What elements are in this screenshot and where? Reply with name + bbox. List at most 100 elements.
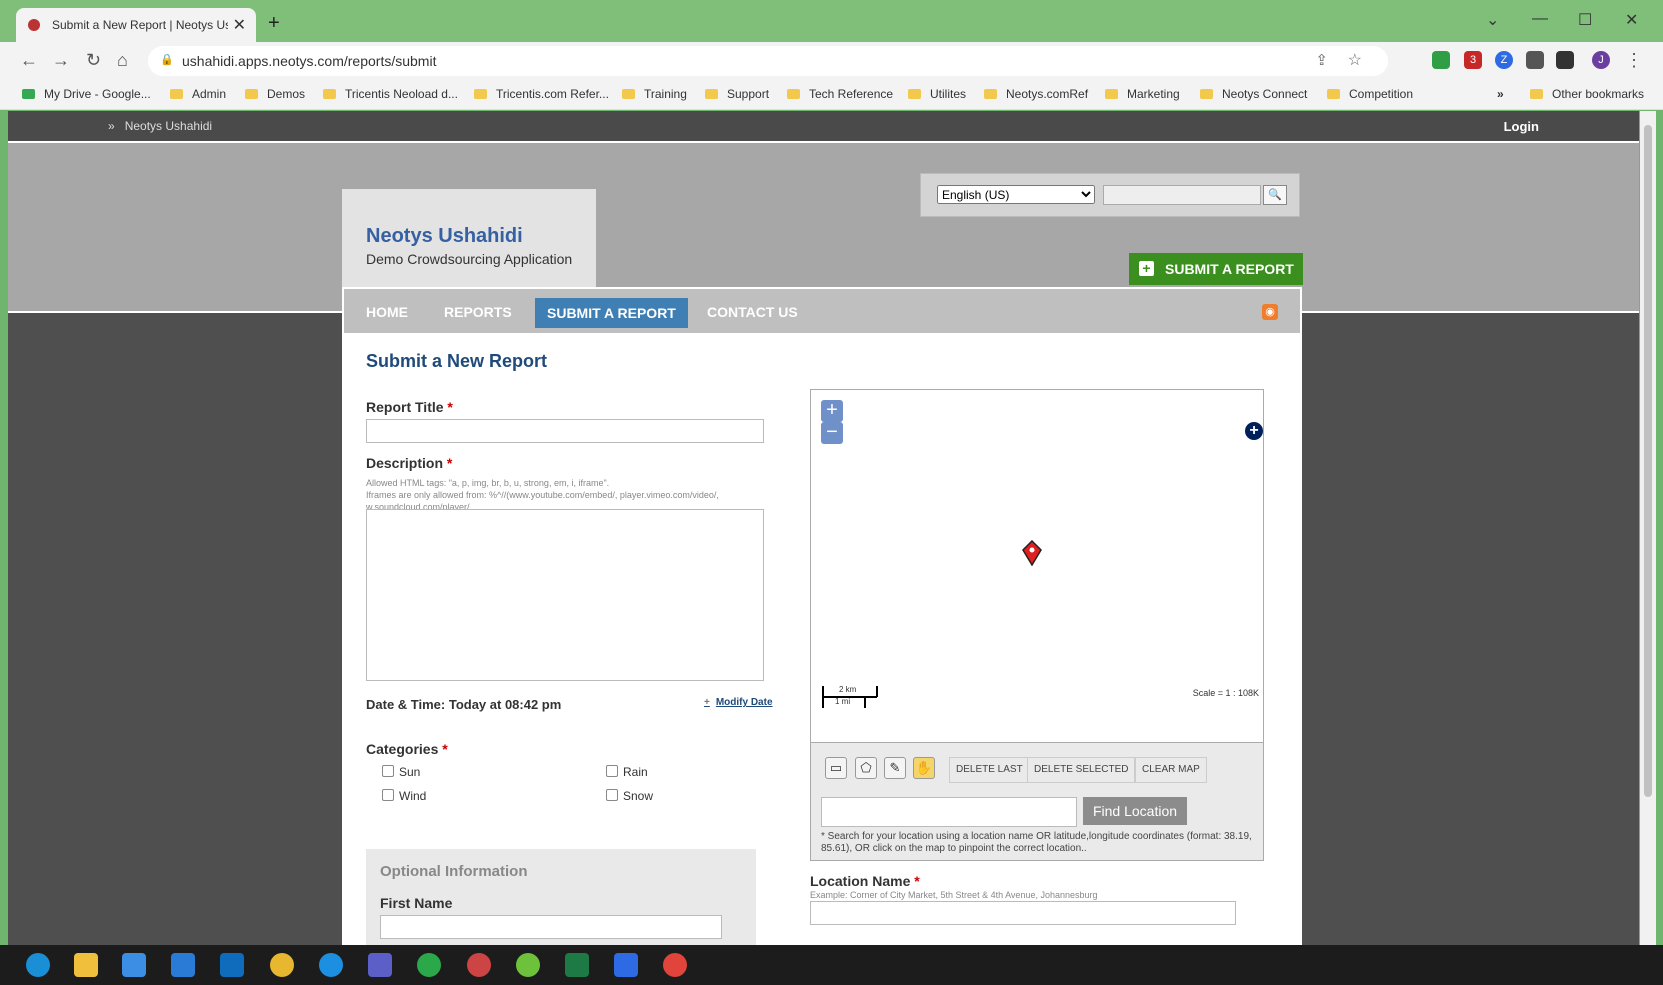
browser-tab-active[interactable]: Submit a New Report | Neotys Us ✕ xyxy=(16,8,256,42)
bookmark-item[interactable]: Support xyxy=(705,87,769,101)
extensions-puzzle-icon[interactable] xyxy=(1526,51,1544,69)
outlook-icon[interactable] xyxy=(220,953,244,977)
bookmark-item[interactable]: Utilites xyxy=(908,87,966,101)
reload-icon[interactable]: ↻ xyxy=(86,50,101,71)
plus-icon: + xyxy=(1139,261,1154,276)
rss-icon[interactable]: ◉ xyxy=(1262,304,1278,320)
bookmark-item[interactable]: Tricentis.com Refer... xyxy=(474,87,609,101)
zoom-icon[interactable] xyxy=(614,953,638,977)
edge-icon[interactable] xyxy=(26,953,50,977)
bookmark-item[interactable]: Training xyxy=(622,87,687,101)
tab-title: Submit a New Report | Neotys Us xyxy=(52,18,228,32)
report-title-input[interactable] xyxy=(366,419,764,443)
location-search-input[interactable] xyxy=(821,797,1077,827)
teams-icon[interactable] xyxy=(368,953,392,977)
neoload-icon[interactable] xyxy=(467,953,491,977)
bookmark-item[interactable]: Tech Reference xyxy=(787,87,893,101)
profile-avatar[interactable]: J xyxy=(1592,51,1610,69)
bookmark-star-icon[interactable]: ☆ xyxy=(1348,50,1362,70)
clear-map-button[interactable]: CLEAR MAP xyxy=(1135,757,1207,783)
draw-line-tool-icon[interactable]: ✎ xyxy=(884,757,906,779)
scale-ratio-text: Scale = 1 : 108K xyxy=(1192,688,1259,698)
skype-icon[interactable] xyxy=(319,953,343,977)
bookmark-item[interactable]: Tricentis Neoload d... xyxy=(323,87,458,101)
home-icon[interactable]: ⌂ xyxy=(117,50,128,71)
evernote-extension-icon[interactable] xyxy=(1432,51,1450,69)
modify-date-link[interactable]: + Modify Date xyxy=(704,697,773,708)
login-link[interactable]: Login xyxy=(1504,119,1539,134)
menu-item-reports[interactable]: REPORTS xyxy=(444,304,512,320)
layer-switcher-icon[interactable]: + xyxy=(1245,422,1263,440)
map-tools-panel: ▭ ⬠ ✎ ✋ DELETE LAST DELETE SELECTED CLEA… xyxy=(810,743,1264,861)
site-top-bar: » Neotys Ushahidi Login xyxy=(8,111,1639,141)
file-explorer-icon[interactable] xyxy=(74,953,98,977)
menu-item-contact-us[interactable]: CONTACT US xyxy=(707,304,798,320)
description-note: Allowed HTML tags: "a, p, img, br, b, u,… xyxy=(366,478,719,512)
close-window-button[interactable]: ✕ xyxy=(1625,10,1638,30)
minimize-button[interactable]: — xyxy=(1532,10,1548,28)
submit-report-button[interactable]: + SUBMIT A REPORT xyxy=(1129,253,1303,285)
bookmark-item[interactable]: Demos xyxy=(245,87,305,101)
category-wind[interactable]: Wind xyxy=(382,789,426,803)
other-bookmarks[interactable]: Other bookmarks xyxy=(1530,87,1644,101)
category-snow[interactable]: Snow xyxy=(606,789,653,803)
share-icon[interactable]: ⇪ xyxy=(1315,51,1328,69)
location-map[interactable]: + − + 2 km 1 mi Scale = 1 : 108K xyxy=(810,389,1264,743)
find-location-button[interactable]: Find Location xyxy=(1083,797,1187,825)
menu-item-home[interactable]: HOME xyxy=(366,304,408,320)
draw-box-tool-icon[interactable]: ▭ xyxy=(825,757,847,779)
maximize-button[interactable]: ☐ xyxy=(1578,10,1592,30)
side-panel-icon[interactable] xyxy=(1556,51,1574,69)
delete-last-button[interactable]: DELETE LAST xyxy=(949,757,1030,783)
search-icon[interactable]: 🔍 xyxy=(1263,185,1287,205)
site-subtitle: Demo Crowdsourcing Application xyxy=(366,251,573,267)
zoom-out-button[interactable]: − xyxy=(821,422,843,444)
checkbox[interactable] xyxy=(382,765,394,777)
store-icon[interactable] xyxy=(122,953,146,977)
zoom-in-button[interactable]: + xyxy=(821,400,843,422)
tab-close-icon[interactable]: ✕ xyxy=(233,15,246,35)
forward-icon[interactable]: → xyxy=(52,50,70,71)
breadcrumb[interactable]: » Neotys Ushahidi xyxy=(108,119,212,133)
language-select[interactable]: English (US) xyxy=(937,185,1095,204)
chrome-icon[interactable] xyxy=(663,953,687,977)
page-scrollbar[interactable] xyxy=(1640,111,1656,945)
search-box: English (US) 🔍 xyxy=(920,173,1300,217)
map-pin-icon[interactable] xyxy=(1021,540,1043,566)
bookmark-item[interactable]: Neotys Connect xyxy=(1200,87,1307,101)
bookmark-item[interactable]: Admin xyxy=(170,87,226,101)
site-logo[interactable]: Neotys Ushahidi Demo Crowdsourcing Appli… xyxy=(342,189,596,299)
checkbox[interactable] xyxy=(606,789,618,801)
delete-selected-button[interactable]: DELETE SELECTED xyxy=(1027,757,1136,783)
scrollbar-thumb[interactable] xyxy=(1644,125,1652,797)
checkbox[interactable] xyxy=(606,765,618,777)
new-tab-button[interactable]: + xyxy=(268,12,280,35)
evernote-icon[interactable] xyxy=(417,953,441,977)
location-name-input[interactable] xyxy=(810,901,1236,925)
bookmark-item[interactable]: My Drive - Google... xyxy=(22,87,151,101)
back-icon[interactable]: ← xyxy=(20,50,38,71)
first-name-input[interactable] xyxy=(380,915,722,939)
checkbox[interactable] xyxy=(382,789,394,801)
more-bookmarks-icon[interactable]: » xyxy=(1497,87,1504,101)
excel-icon[interactable] xyxy=(565,953,589,977)
draw-polygon-tool-icon[interactable]: ⬠ xyxy=(855,757,877,779)
mail-icon[interactable] xyxy=(171,953,195,977)
description-textarea[interactable] xyxy=(366,509,764,681)
main-content: HOME REPORTS SUBMIT A REPORT CONTACT US … xyxy=(342,287,1302,945)
bookmark-item[interactable]: Marketing xyxy=(1105,87,1180,101)
address-bar[interactable]: 🔒 ushahidi.apps.neotys.com/reports/submi… xyxy=(148,46,1388,76)
menu-item-submit-report[interactable]: SUBMIT A REPORT xyxy=(535,298,688,328)
bookmark-item[interactable]: Neotys.comRef xyxy=(984,87,1088,101)
category-rain[interactable]: Rain xyxy=(606,765,648,779)
tab-search-icon[interactable]: ⌄ xyxy=(1486,10,1499,30)
chrome-menu-icon[interactable]: ⋮ xyxy=(1625,50,1643,71)
pan-hand-tool-icon[interactable]: ✋ xyxy=(913,757,935,779)
extension-badge-icon[interactable]: 3 xyxy=(1464,51,1482,69)
zoom-extension-icon[interactable]: Z xyxy=(1495,51,1513,69)
bookmark-item[interactable]: Competition xyxy=(1327,87,1413,101)
category-sun[interactable]: Sun xyxy=(382,765,420,779)
search-input[interactable] xyxy=(1103,185,1261,205)
slack-icon[interactable] xyxy=(270,953,294,977)
app-icon[interactable] xyxy=(516,953,540,977)
